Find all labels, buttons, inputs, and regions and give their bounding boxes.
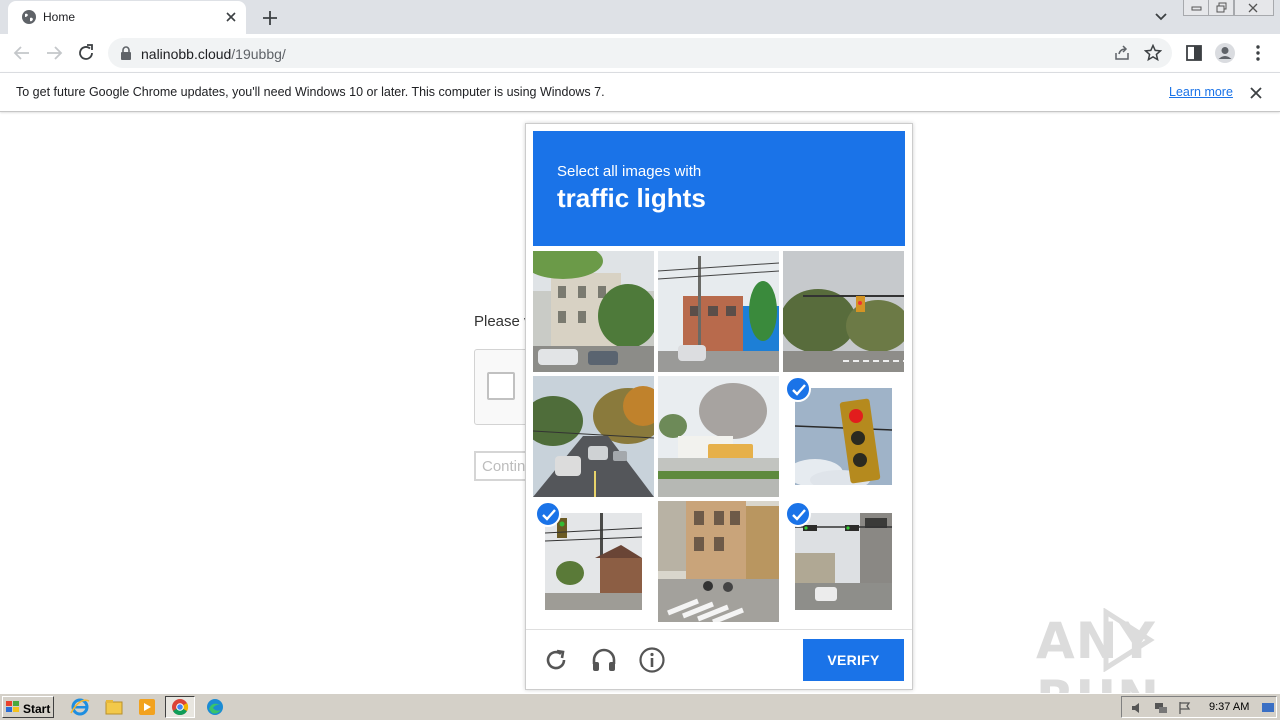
road-cars-image: [533, 376, 654, 497]
chrome-icon: [172, 699, 189, 716]
chrome-taskbar-button[interactable]: [165, 696, 195, 718]
captcha-tile-1[interactable]: [533, 251, 654, 372]
restore-icon: [1216, 2, 1227, 13]
volume-icon[interactable]: [1130, 701, 1144, 715]
tab-title: Home: [43, 10, 76, 24]
update-infobar: To get future Google Chrome updates, you…: [0, 72, 1280, 112]
close-icon[interactable]: [1248, 85, 1264, 101]
trees-bus-image: [658, 376, 779, 497]
media-player-icon[interactable]: [136, 697, 158, 717]
show-desktop-icon[interactable]: [1261, 702, 1275, 714]
back-arrow-icon[interactable]: [10, 41, 34, 65]
verify-button[interactable]: VERIFY: [803, 639, 904, 681]
explorer-icon[interactable]: [103, 697, 125, 717]
tile-9-selected-check-icon: [785, 501, 811, 527]
globe-icon: [22, 10, 36, 24]
edge-icon[interactable]: [204, 697, 226, 717]
captcha-tile-3[interactable]: [783, 251, 904, 372]
crosswalk-buildings-image: [658, 501, 779, 622]
taskbar-clock[interactable]: 9:37 AM: [1209, 701, 1249, 713]
learn-more-link[interactable]: Learn more: [1169, 85, 1233, 99]
close-tab-icon[interactable]: [222, 8, 240, 26]
start-button[interactable]: Start: [2, 696, 54, 718]
tile-6-selected-check-icon: [785, 376, 811, 402]
street-building-image: [533, 251, 654, 372]
captcha-header: Select all images with traffic lights: [533, 131, 905, 246]
reload-icon[interactable]: [542, 646, 570, 674]
bookmark-star-icon[interactable]: [1144, 44, 1162, 62]
captcha-tile-4[interactable]: [533, 376, 654, 497]
network-icon[interactable]: [1154, 701, 1168, 715]
menu-kebab-icon[interactable]: [1247, 42, 1269, 64]
close-window-button[interactable]: [1234, 0, 1274, 16]
side-panel-icon[interactable]: [1183, 42, 1205, 64]
info-icon[interactable]: [638, 646, 666, 674]
address-bar[interactable]: nalinobb.cloud/19ubbg/: [108, 38, 1172, 68]
reload-page-icon[interactable]: [74, 41, 98, 65]
minimize-icon: [1191, 6, 1202, 11]
lock-icon: [121, 46, 131, 60]
captcha-challenge: Select all images with traffic lights VE…: [525, 123, 913, 690]
share-icon[interactable]: [1113, 44, 1131, 62]
new-tab-icon[interactable]: [259, 7, 281, 29]
audio-icon[interactable]: [590, 646, 618, 674]
url-host: nalinobb.cloud: [141, 46, 232, 62]
captcha-tile-5[interactable]: [658, 376, 779, 497]
profile-avatar-icon[interactable]: [1214, 42, 1236, 64]
verify-prompt: Please v: [474, 313, 532, 330]
tab-home[interactable]: Home: [8, 1, 246, 34]
intersection-signal-image: [783, 251, 904, 372]
traffic-light-closeup-image: [795, 388, 892, 485]
infobar-message: To get future Google Chrome updates, you…: [16, 85, 605, 99]
tab-strip: Home: [0, 0, 1280, 34]
system-tray: 9:37 AM: [1121, 696, 1277, 718]
start-label: Start: [23, 701, 51, 716]
street-poles-image: [658, 251, 779, 372]
forward-arrow-icon[interactable]: [42, 41, 66, 65]
url-path: /19ubbg/: [231, 46, 286, 62]
captcha-tile-8[interactable]: [658, 501, 779, 622]
minimize-button[interactable]: [1183, 0, 1209, 16]
action-center-flag-icon[interactable]: [1178, 701, 1192, 715]
recaptcha-checkbox[interactable]: [487, 372, 515, 400]
ie-icon[interactable]: [69, 697, 91, 717]
restore-button[interactable]: [1208, 0, 1234, 16]
captcha-target: traffic lights: [557, 183, 706, 213]
play-logo-icon: [1103, 608, 1155, 672]
close-icon: [1248, 3, 1258, 13]
chevron-down-icon[interactable]: [1151, 8, 1171, 26]
captcha-footer-divider: [526, 629, 912, 630]
browser-toolbar: nalinobb.cloud/19ubbg/: [0, 34, 1280, 72]
captcha-tile-2[interactable]: [658, 251, 779, 372]
intersection-street-image: [795, 513, 892, 610]
captcha-instruction: Select all images with: [557, 163, 702, 180]
url-text: nalinobb.cloud/19ubbg/: [141, 46, 286, 62]
windows-flag-icon: [6, 701, 19, 712]
traffic-light-house-image: [545, 513, 642, 610]
windows-taskbar: Start 9:37 AM: [0, 693, 1280, 720]
tile-7-selected-check-icon: [535, 501, 561, 527]
